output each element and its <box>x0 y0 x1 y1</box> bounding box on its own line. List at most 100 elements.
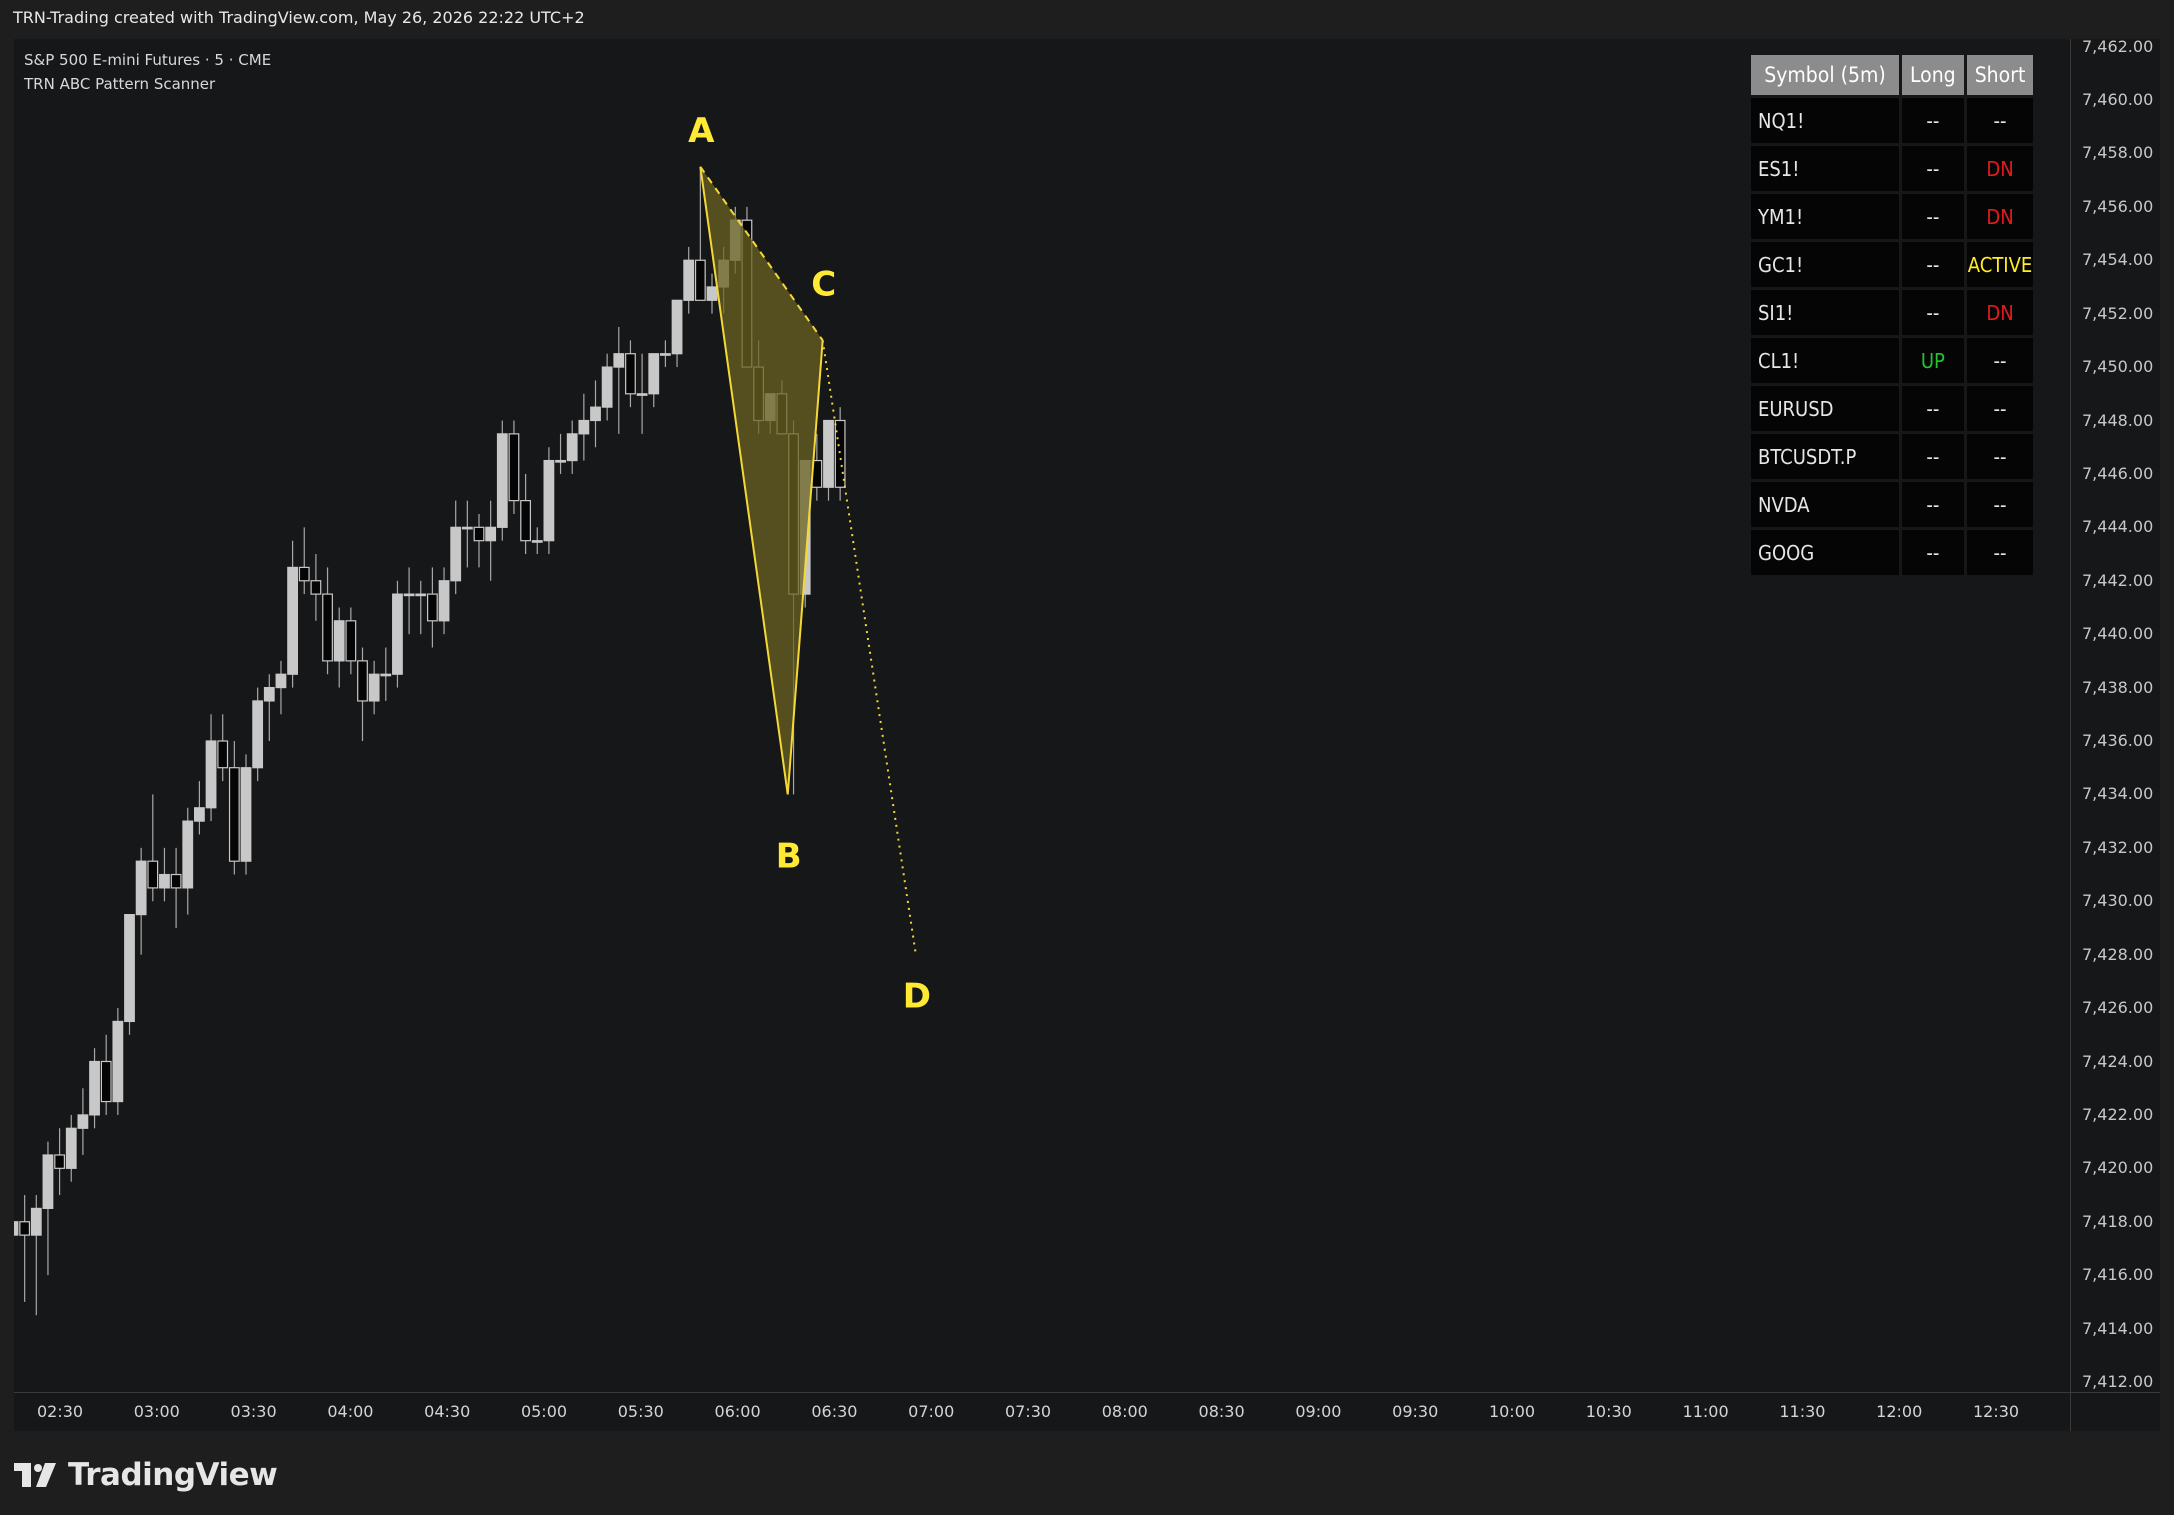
scanner-header-symbol: Symbol (5m) <box>1751 55 1899 95</box>
scanner-cell-long: -- <box>1902 98 1964 143</box>
candle-body <box>590 406 601 422</box>
price-axis[interactable] <box>2071 39 2160 1392</box>
price-tick-label: 7,446.00 <box>2082 463 2154 483</box>
price-tick-label: 7,418.00 <box>2082 1211 2154 1231</box>
pattern-label-a: A <box>688 111 715 151</box>
candle-body <box>427 593 438 622</box>
candle-body <box>520 500 531 542</box>
candle-body <box>380 673 392 677</box>
price-tick-label: 7,438.00 <box>2082 677 2154 697</box>
scanner-cell-short: -- <box>1966 98 2034 143</box>
scanner-header-short: Short <box>1966 55 2034 95</box>
candle-body <box>112 1020 124 1103</box>
tradingview-logo-icon <box>14 1463 56 1487</box>
time-tick-label: 05:30 <box>617 1402 664 1421</box>
price-tick-label: 7,420.00 <box>2082 1158 2154 1178</box>
scanner-cell-long: -- <box>1902 482 1964 527</box>
candle-body <box>823 419 834 488</box>
price-tick-label: 7,448.00 <box>2082 410 2154 430</box>
time-tick-label: 06:00 <box>714 1402 761 1421</box>
time-axis-divider <box>14 1392 2160 1393</box>
time-tick-label: 12:00 <box>1876 1402 1923 1421</box>
candle-body <box>403 593 415 597</box>
time-tick-label: 03:30 <box>230 1402 277 1421</box>
candle-body <box>135 860 147 916</box>
scanner-row-es1: ES1! -- DN <box>1751 146 2034 191</box>
scanner-cell-symbol: GC1! <box>1751 242 1899 287</box>
candle-body <box>159 873 170 889</box>
candle-body <box>19 1221 31 1236</box>
candle-body <box>298 566 310 582</box>
scanner-cell-long: -- <box>1902 146 1964 191</box>
price-tick-label: 7,428.00 <box>2082 944 2154 964</box>
time-tick-label: 12:30 <box>1972 1402 2020 1421</box>
scanner-cell-short: ACTIVE <box>1966 242 2034 287</box>
candle-body <box>508 433 520 502</box>
scanner-header-long: Long <box>1902 55 1964 95</box>
scanner-row-gc1: GC1! -- ACTIVE <box>1751 242 2034 287</box>
scanner-cell-symbol: SI1! <box>1751 290 1899 335</box>
scanner-cell-short: DN <box>1966 146 2034 191</box>
price-tick-label: 7,424.00 <box>2082 1051 2154 1071</box>
scanner-header-row: Symbol (5m) Long Short <box>1751 55 2034 95</box>
pattern-label-d: D <box>903 977 931 1017</box>
candle-body <box>205 740 217 809</box>
price-tick-label: 7,422.00 <box>2082 1104 2154 1124</box>
scanner-cell-short: -- <box>1966 530 2034 575</box>
price-tick-label: 7,412.00 <box>2082 1372 2154 1391</box>
abc-pattern-fill <box>700 166 823 795</box>
candle-body <box>345 620 357 662</box>
time-tick-label: 09:00 <box>1295 1402 1342 1421</box>
time-tick-label: 05:00 <box>520 1402 568 1421</box>
legend-indicator[interactable]: TRN ABC Pattern Scanner <box>24 72 271 96</box>
scanner-cell-symbol: GOOG <box>1751 530 1899 575</box>
price-tick-label: 7,462.00 <box>2082 36 2154 56</box>
candle-body <box>659 353 671 356</box>
time-tick-label: 10:30 <box>1585 1402 1632 1421</box>
candle-body <box>648 353 660 395</box>
price-tick-label: 7,456.00 <box>2082 196 2154 216</box>
candle-body <box>263 686 275 702</box>
candle-body <box>42 1154 54 1209</box>
candle-body <box>228 767 240 862</box>
candle-body <box>182 820 194 889</box>
time-tick-label: 09:30 <box>1392 1402 1439 1421</box>
price-tick-label: 7,414.00 <box>2082 1318 2154 1338</box>
candle-body <box>275 673 287 689</box>
scanner-row-nvda: NVDA -- -- <box>1751 482 2034 527</box>
scanner-cell-long: -- <box>1902 290 1964 335</box>
candle-body <box>531 540 543 543</box>
candle-body <box>65 1127 77 1169</box>
candle-body <box>450 526 462 582</box>
candle-body <box>694 259 706 301</box>
candle-body <box>217 740 229 769</box>
time-tick-label: 06:30 <box>811 1402 858 1421</box>
candle-body <box>194 807 205 822</box>
scanner-cell-symbol: CL1! <box>1751 338 1899 383</box>
candle-body <box>322 593 333 662</box>
time-tick-label: 03:00 <box>133 1402 180 1421</box>
candle-body <box>333 620 345 662</box>
scanner-cell-short: DN <box>1966 194 2034 239</box>
candle-body <box>77 1114 89 1129</box>
price-tick-label: 7,452.00 <box>2082 303 2154 323</box>
scanner-cell-short: -- <box>1966 386 2034 431</box>
legend-symbol[interactable]: S&P 500 E-mini Futures · 5 · CME <box>24 48 271 72</box>
pattern-label-b: B <box>776 836 802 876</box>
candle-body <box>438 580 450 622</box>
time-tick-label: 04:30 <box>424 1402 471 1421</box>
scanner-cell-symbol: NQ1! <box>1751 98 1899 143</box>
scanner-cell-symbol: EURUSD <box>1751 386 1899 431</box>
candle-body <box>671 299 683 355</box>
price-tick-label: 7,430.00 <box>2082 891 2154 911</box>
time-tick-label: 04:00 <box>327 1402 374 1421</box>
price-tick-label: 7,444.00 <box>2082 517 2154 537</box>
scanner-cell-long: -- <box>1902 530 1964 575</box>
time-tick-label: 10:00 <box>1488 1402 1536 1421</box>
candle-body <box>54 1154 65 1169</box>
tradingview-logo[interactable]: TradingView <box>14 1457 278 1493</box>
scanner-row-nq1: NQ1! -- -- <box>1751 98 2034 143</box>
pattern-scanner-table: Symbol (5m) Long Short NQ1! -- -- ES1! -- DN Y… <box>1748 52 2036 578</box>
candle-body <box>683 259 695 301</box>
price-tick-label: 7,432.00 <box>2082 837 2154 857</box>
